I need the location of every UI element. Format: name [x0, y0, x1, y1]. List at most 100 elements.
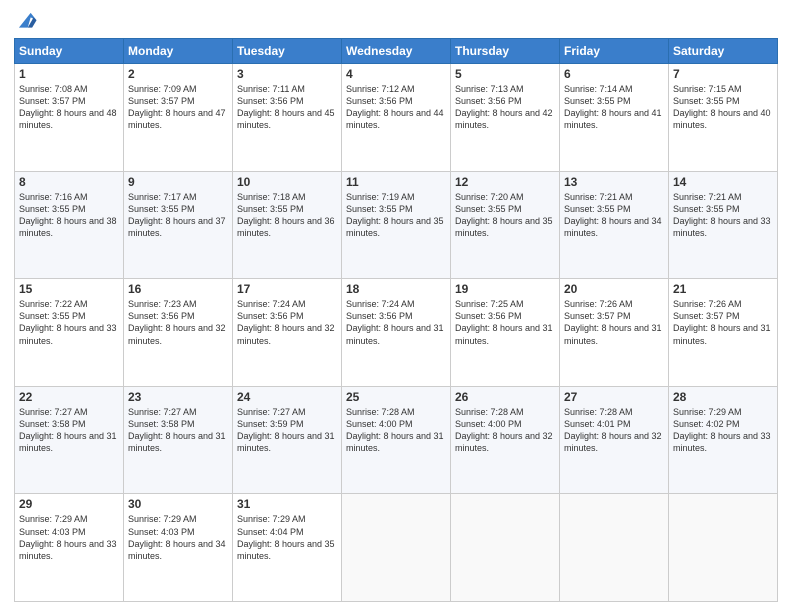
weekday-header-thursday: Thursday [451, 39, 560, 64]
cell-text: Sunrise: 7:11 AMSunset: 3:56 PMDaylight:… [237, 83, 337, 132]
day-number: 6 [564, 67, 664, 81]
calendar-week-5: 29 Sunrise: 7:29 AMSunset: 4:03 PMDayligh… [15, 494, 778, 602]
cell-text: Sunrise: 7:26 AMSunset: 3:57 PMDaylight:… [564, 298, 664, 347]
cell-text: Sunrise: 7:16 AMSunset: 3:55 PMDaylight:… [19, 191, 119, 240]
day-number: 31 [237, 497, 337, 511]
calendar-cell: 17 Sunrise: 7:24 AMSunset: 3:56 PMDayligh… [233, 279, 342, 387]
cell-text: Sunrise: 7:19 AMSunset: 3:55 PMDaylight:… [346, 191, 446, 240]
weekday-header-sunday: Sunday [15, 39, 124, 64]
cell-text: Sunrise: 7:29 AMSunset: 4:03 PMDaylight:… [19, 513, 119, 562]
calendar-page: SundayMondayTuesdayWednesdayThursdayFrid… [0, 0, 792, 612]
cell-text: Sunrise: 7:28 AMSunset: 4:00 PMDaylight:… [455, 406, 555, 455]
day-number: 29 [19, 497, 119, 511]
calendar-cell: 27 Sunrise: 7:28 AMSunset: 4:01 PMDayligh… [560, 386, 669, 494]
calendar-cell: 18 Sunrise: 7:24 AMSunset: 3:56 PMDayligh… [342, 279, 451, 387]
cell-text: Sunrise: 7:22 AMSunset: 3:55 PMDaylight:… [19, 298, 119, 347]
cell-text: Sunrise: 7:29 AMSunset: 4:03 PMDaylight:… [128, 513, 228, 562]
day-number: 4 [346, 67, 446, 81]
cell-text: Sunrise: 7:17 AMSunset: 3:55 PMDaylight:… [128, 191, 228, 240]
calendar-cell: 4Sunrise: 7:12 AMSunset: 3:56 PMDaylight… [342, 64, 451, 172]
calendar-cell: 7 Sunrise: 7:15 AMSunset: 3:55 PMDaylight… [669, 64, 778, 172]
calendar-cell: 9 Sunrise: 7:17 AMSunset: 3:55 PMDaylight… [124, 171, 233, 279]
day-number: 11 [346, 175, 446, 189]
day-number: 27 [564, 390, 664, 404]
day-number: 12 [455, 175, 555, 189]
day-number: 14 [673, 175, 773, 189]
day-number: 22 [19, 390, 119, 404]
calendar-cell: 15 Sunrise: 7:22 AMSunset: 3:55 PMDayligh… [15, 279, 124, 387]
weekday-header-friday: Friday [560, 39, 669, 64]
calendar-table: SundayMondayTuesdayWednesdayThursdayFrid… [14, 38, 778, 602]
cell-text: Sunrise: 7:27 AMSunset: 3:58 PMDaylight:… [128, 406, 228, 455]
calendar-cell: 1 Sunrise: 7:08 AMSunset: 3:57 PMDaylight… [15, 64, 124, 172]
weekday-header-monday: Monday [124, 39, 233, 64]
calendar-cell [451, 494, 560, 602]
day-number: 5 [455, 67, 555, 81]
day-number: 30 [128, 497, 228, 511]
calendar-cell: 12 Sunrise: 7:20 AMSunset: 3:55 PMDayligh… [451, 171, 560, 279]
calendar-cell: 13 Sunrise: 7:21 AMSunset: 3:55 PMDayligh… [560, 171, 669, 279]
cell-text: Sunrise: 7:27 AMSunset: 3:58 PMDaylight:… [19, 406, 119, 455]
calendar-cell: 14 Sunrise: 7:21 AMSunset: 3:55 PMDayligh… [669, 171, 778, 279]
calendar-cell: 31 Sunrise: 7:29 AMSunset: 4:04 PMDayligh… [233, 494, 342, 602]
day-number: 1 [19, 67, 119, 81]
calendar-cell: 24Sunrise: 7:27 AMSunset: 3:59 PMDayligh… [233, 386, 342, 494]
cell-text: Sunrise: 7:26 AMSunset: 3:57 PMDaylight:… [673, 298, 773, 347]
cell-text: Sunrise: 7:23 AMSunset: 3:56 PMDaylight:… [128, 298, 228, 347]
calendar-cell: 11 Sunrise: 7:19 AMSunset: 3:55 PMDayligh… [342, 171, 451, 279]
calendar-cell: 16 Sunrise: 7:23 AMSunset: 3:56 PMDayligh… [124, 279, 233, 387]
day-number: 15 [19, 282, 119, 296]
day-number: 3 [237, 67, 337, 81]
day-number: 7 [673, 67, 773, 81]
calendar-cell: 19Sunrise: 7:25 AMSunset: 3:56 PMDayligh… [451, 279, 560, 387]
day-number: 10 [237, 175, 337, 189]
day-number: 26 [455, 390, 555, 404]
weekday-header-saturday: Saturday [669, 39, 778, 64]
calendar-cell: 21 Sunrise: 7:26 AMSunset: 3:57 PMDayligh… [669, 279, 778, 387]
cell-text: Sunrise: 7:09 AMSunset: 3:57 PMDaylight:… [128, 83, 228, 132]
calendar-cell: 30 Sunrise: 7:29 AMSunset: 4:03 PMDayligh… [124, 494, 233, 602]
cell-text: Sunrise: 7:15 AMSunset: 3:55 PMDaylight:… [673, 83, 773, 132]
calendar-cell [560, 494, 669, 602]
day-number: 9 [128, 175, 228, 189]
weekday-header-row: SundayMondayTuesdayWednesdayThursdayFrid… [15, 39, 778, 64]
logo [14, 12, 38, 32]
cell-text: Sunrise: 7:28 AMSunset: 4:00 PMDaylight:… [346, 406, 446, 455]
day-number: 8 [19, 175, 119, 189]
day-number: 23 [128, 390, 228, 404]
calendar-cell: 28Sunrise: 7:29 AMSunset: 4:02 PMDayligh… [669, 386, 778, 494]
cell-text: Sunrise: 7:13 AMSunset: 3:56 PMDaylight:… [455, 83, 555, 132]
cell-text: Sunrise: 7:21 AMSunset: 3:55 PMDaylight:… [564, 191, 664, 240]
calendar-cell: 5 Sunrise: 7:13 AMSunset: 3:56 PMDaylight… [451, 64, 560, 172]
cell-text: Sunrise: 7:28 AMSunset: 4:01 PMDaylight:… [564, 406, 664, 455]
day-number: 21 [673, 282, 773, 296]
calendar-body: 1 Sunrise: 7:08 AMSunset: 3:57 PMDaylight… [15, 64, 778, 602]
cell-text: Sunrise: 7:24 AMSunset: 3:56 PMDaylight:… [346, 298, 446, 347]
weekday-header-wednesday: Wednesday [342, 39, 451, 64]
day-number: 25 [346, 390, 446, 404]
day-number: 16 [128, 282, 228, 296]
weekday-header-tuesday: Tuesday [233, 39, 342, 64]
cell-text: Sunrise: 7:21 AMSunset: 3:55 PMDaylight:… [673, 191, 773, 240]
cell-text: Sunrise: 7:08 AMSunset: 3:57 PMDaylight:… [19, 83, 119, 132]
cell-text: Sunrise: 7:24 AMSunset: 3:56 PMDaylight:… [237, 298, 337, 347]
day-number: 24 [237, 390, 337, 404]
calendar-week-3: 15 Sunrise: 7:22 AMSunset: 3:55 PMDayligh… [15, 279, 778, 387]
calendar-cell: 8 Sunrise: 7:16 AMSunset: 3:55 PMDaylight… [15, 171, 124, 279]
calendar-cell: 22 Sunrise: 7:27 AMSunset: 3:58 PMDayligh… [15, 386, 124, 494]
calendar-cell: 6Sunrise: 7:14 AMSunset: 3:55 PMDaylight… [560, 64, 669, 172]
calendar-cell: 10Sunrise: 7:18 AMSunset: 3:55 PMDayligh… [233, 171, 342, 279]
header [14, 10, 778, 32]
calendar-cell [669, 494, 778, 602]
cell-text: Sunrise: 7:20 AMSunset: 3:55 PMDaylight:… [455, 191, 555, 240]
calendar-cell: 29 Sunrise: 7:29 AMSunset: 4:03 PMDayligh… [15, 494, 124, 602]
day-number: 18 [346, 282, 446, 296]
calendar-week-4: 22 Sunrise: 7:27 AMSunset: 3:58 PMDayligh… [15, 386, 778, 494]
day-number: 13 [564, 175, 664, 189]
day-number: 17 [237, 282, 337, 296]
calendar-cell: 20Sunrise: 7:26 AMSunset: 3:57 PMDayligh… [560, 279, 669, 387]
cell-text: Sunrise: 7:29 AMSunset: 4:04 PMDaylight:… [237, 513, 337, 562]
calendar-cell [342, 494, 451, 602]
day-number: 28 [673, 390, 773, 404]
calendar-week-2: 8 Sunrise: 7:16 AMSunset: 3:55 PMDaylight… [15, 171, 778, 279]
